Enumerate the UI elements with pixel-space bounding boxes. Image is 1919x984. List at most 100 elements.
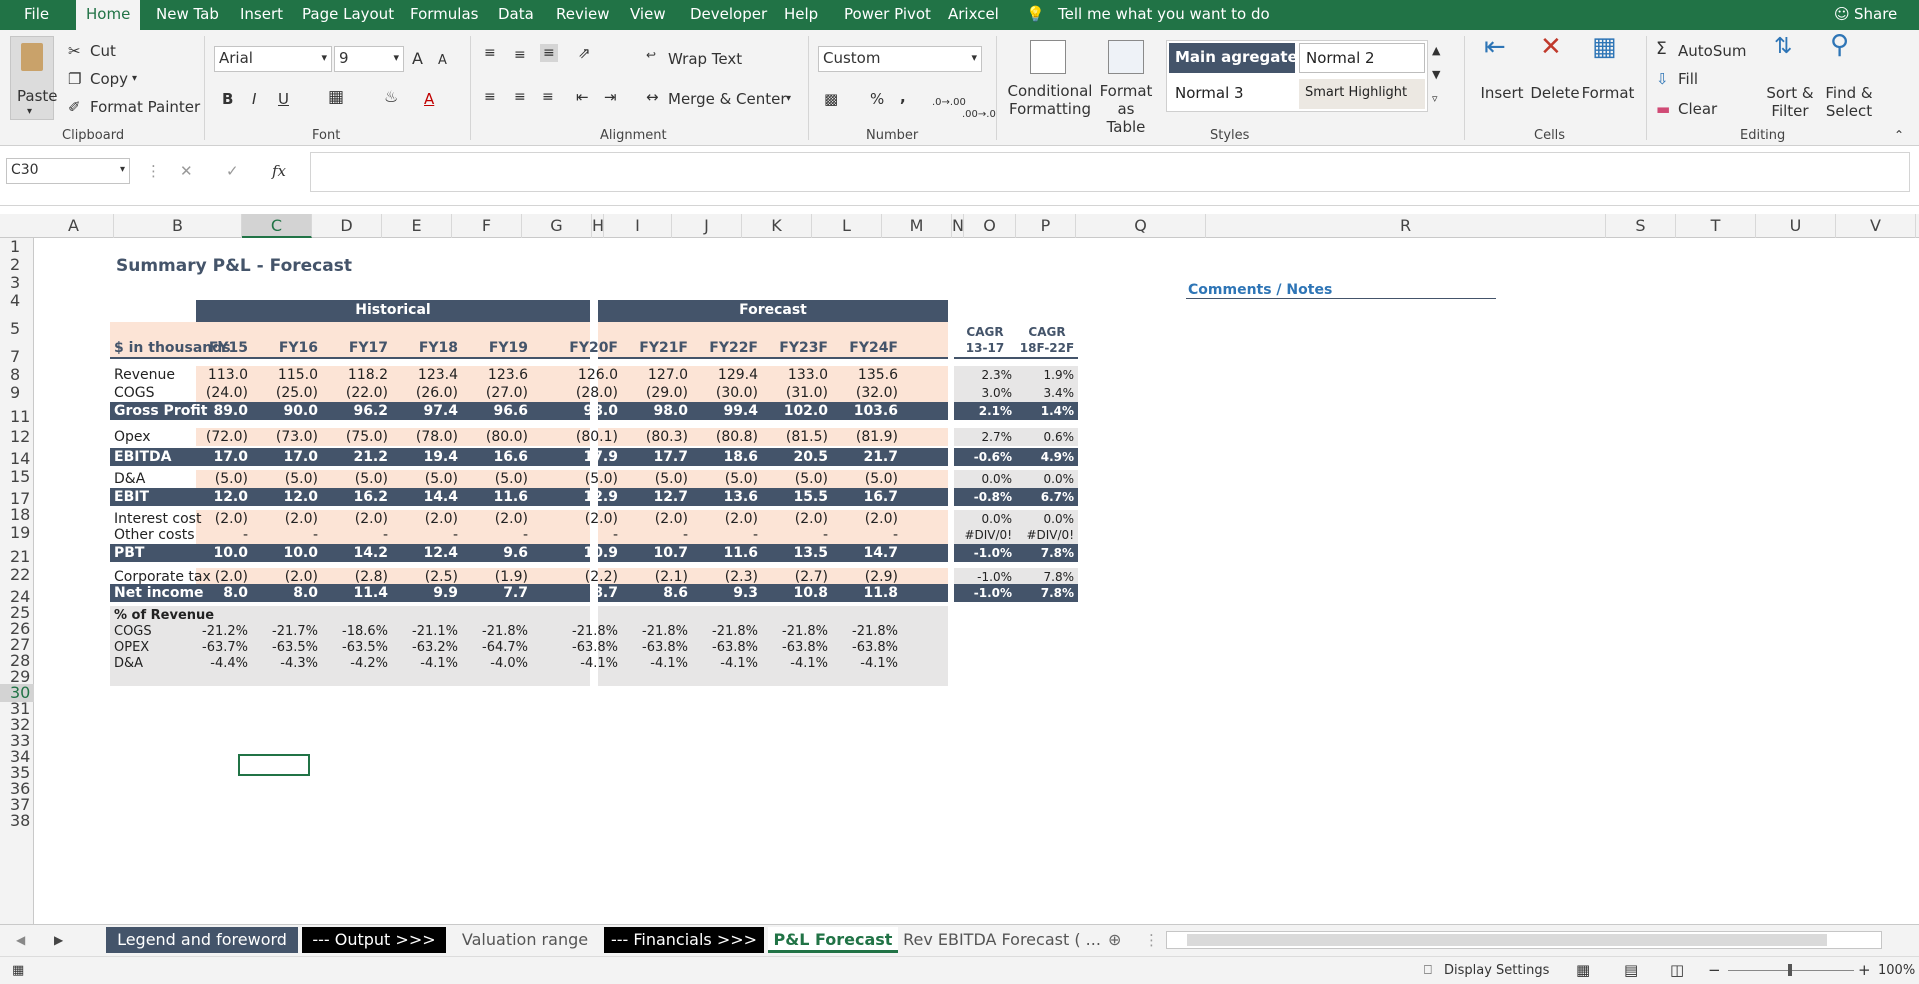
row-header[interactable]: 2 <box>0 256 34 274</box>
style-smart-highlight[interactable]: Smart Highlight <box>1299 79 1425 109</box>
column-header[interactable]: R <box>1206 214 1606 238</box>
gallery-expand-icon[interactable]: ▿ <box>1432 90 1438 108</box>
display-settings-button[interactable]: Display Settings <box>1444 962 1549 980</box>
delete-cells-button[interactable]: Delete <box>1528 84 1582 102</box>
font-size-select[interactable]: 9 ▾ <box>334 46 404 72</box>
style-main-agregate[interactable]: Main agregate <box>1169 43 1298 73</box>
clear-button[interactable]: Clear <box>1678 100 1717 118</box>
style-normal-2[interactable]: Normal 2 <box>1299 43 1425 73</box>
column-header[interactable]: O <box>964 214 1016 238</box>
sheet-tab-financials[interactable]: --- Financials >>> <box>604 927 764 953</box>
format-painter-button[interactable]: Format Painter <box>90 98 200 116</box>
share-button[interactable]: Share <box>1854 0 1897 30</box>
sheet-tab-pl-forecast[interactable]: P&L Forecast <box>768 927 898 953</box>
chevron-down-icon[interactable]: ▾ <box>132 70 137 88</box>
tab-review[interactable]: Review <box>556 0 610 30</box>
gallery-up-icon[interactable]: ▲ <box>1432 42 1440 60</box>
copy-button[interactable]: Copy <box>90 70 128 88</box>
tab-power-pivot[interactable]: Power Pivot <box>844 0 931 30</box>
chevron-down-icon[interactable]: ▾ <box>786 90 791 108</box>
tab-view[interactable]: View <box>630 0 666 30</box>
name-box[interactable]: C30 ▾ <box>6 158 130 184</box>
sheet-tab-valuation[interactable]: Valuation range <box>452 927 598 953</box>
decrease-decimal-button[interactable]: .00→.0 <box>962 106 996 124</box>
scroll-right-icon[interactable]: ▶ <box>54 931 63 949</box>
sheet-tab-rev-ebitda[interactable]: Rev EBITDA Forecast ( ... <box>902 927 1102 953</box>
column-header[interactable]: B <box>114 214 242 238</box>
zoom-level[interactable]: 100% <box>1878 962 1915 980</box>
row-header[interactable]: 38 <box>0 812 34 830</box>
sort-filter-button[interactable]: Sort & Filter <box>1760 84 1820 120</box>
grow-font-button[interactable]: A <box>412 50 423 68</box>
paste-button[interactable]: Paste ▾ <box>10 36 58 120</box>
italic-button[interactable]: I <box>252 90 256 108</box>
column-header[interactable]: U <box>1756 214 1836 238</box>
tab-formulas[interactable]: Formulas <box>410 0 478 30</box>
column-header[interactable]: V <box>1836 214 1916 238</box>
bold-button[interactable]: B <box>222 90 233 108</box>
align-bottom-icon[interactable]: ≡ <box>540 44 558 62</box>
style-normal-3[interactable]: Normal 3 <box>1169 79 1295 109</box>
orientation-icon[interactable]: ⇗ <box>578 44 591 62</box>
increase-indent-icon[interactable]: ⇥ <box>604 88 617 106</box>
insert-function-button[interactable]: fx <box>272 162 286 180</box>
zoom-out-icon[interactable]: − <box>1708 961 1721 979</box>
zoom-slider-thumb[interactable] <box>1788 964 1792 976</box>
tab-help[interactable]: Help <box>784 0 818 30</box>
scrollbar-thumb[interactable] <box>1187 934 1827 946</box>
normal-view-icon[interactable]: ▦ <box>1576 961 1590 979</box>
number-format-select[interactable]: Custom ▾ <box>818 46 982 72</box>
row-header[interactable]: 3 <box>0 274 34 292</box>
sheet-tab-output[interactable]: --- Output >>> <box>302 927 446 953</box>
tab-insert[interactable]: Insert <box>240 0 283 30</box>
tab-data[interactable]: Data <box>498 0 534 30</box>
row-header[interactable]: 8 <box>0 366 34 384</box>
column-header[interactable]: T <box>1676 214 1756 238</box>
column-header[interactable]: I <box>604 214 672 238</box>
border-icon[interactable]: ▦ <box>328 88 344 106</box>
row-header[interactable]: 12 <box>0 428 34 446</box>
row-header[interactable]: 9 <box>0 384 34 402</box>
row-header[interactable]: 21 <box>0 548 34 566</box>
enter-icon[interactable]: ✓ <box>226 162 239 180</box>
sheet-tab-legend[interactable]: Legend and foreword <box>106 927 298 953</box>
cancel-icon[interactable]: ✕ <box>180 162 193 180</box>
collapse-ribbon-icon[interactable]: ⌃ <box>1894 126 1904 144</box>
underline-button[interactable]: U <box>278 90 289 108</box>
cut-button[interactable]: Cut <box>90 42 116 60</box>
format-cells-button[interactable]: Format <box>1580 84 1636 102</box>
column-header[interactable]: E <box>382 214 452 238</box>
column-header[interactable]: J <box>672 214 742 238</box>
selected-cell-c30[interactable] <box>238 754 310 776</box>
decrease-indent-icon[interactable]: ⇤ <box>576 88 589 106</box>
macro-record-icon[interactable]: ▦ <box>12 962 24 980</box>
row-header[interactable]: 7 <box>0 348 34 366</box>
row-header[interactable]: 18 <box>0 506 34 524</box>
horizontal-scrollbar[interactable] <box>1166 931 1882 949</box>
wrap-text-button[interactable]: Wrap Text <box>668 50 742 68</box>
align-top-icon[interactable]: ≡ <box>484 44 496 62</box>
tab-arixcel[interactable]: Arixcel <box>948 0 999 30</box>
column-header[interactable]: Q <box>1076 214 1206 238</box>
align-right-icon[interactable]: ≡ <box>542 88 554 106</box>
tell-me-search[interactable]: Tell me what you want to do <box>1058 0 1270 30</box>
row-header[interactable]: 4 <box>0 292 34 310</box>
column-header[interactable]: H <box>592 214 604 238</box>
row-header[interactable]: 15 <box>0 468 34 486</box>
conditional-formatting-button[interactable]: Conditional Formatting <box>1004 82 1096 118</box>
column-header[interactable]: N <box>952 214 964 238</box>
row-header[interactable]: 22 <box>0 566 34 584</box>
tab-home[interactable]: Home <box>76 0 141 30</box>
tab-page-layout[interactable]: Page Layout <box>302 0 394 30</box>
row-header[interactable]: 11 <box>0 408 34 426</box>
column-header[interactable]: G <box>522 214 592 238</box>
page-break-view-icon[interactable]: ◫ <box>1670 961 1684 979</box>
insert-cells-button[interactable]: Insert <box>1476 84 1528 102</box>
align-middle-icon[interactable]: ≡ <box>514 46 526 64</box>
scroll-left-icon[interactable]: ◀ <box>16 931 25 949</box>
font-color-button[interactable]: A <box>424 90 434 108</box>
column-header[interactable]: C <box>242 214 312 238</box>
column-header[interactable]: K <box>742 214 812 238</box>
fill-button[interactable]: Fill <box>1678 70 1698 88</box>
column-header[interactable]: P <box>1016 214 1076 238</box>
